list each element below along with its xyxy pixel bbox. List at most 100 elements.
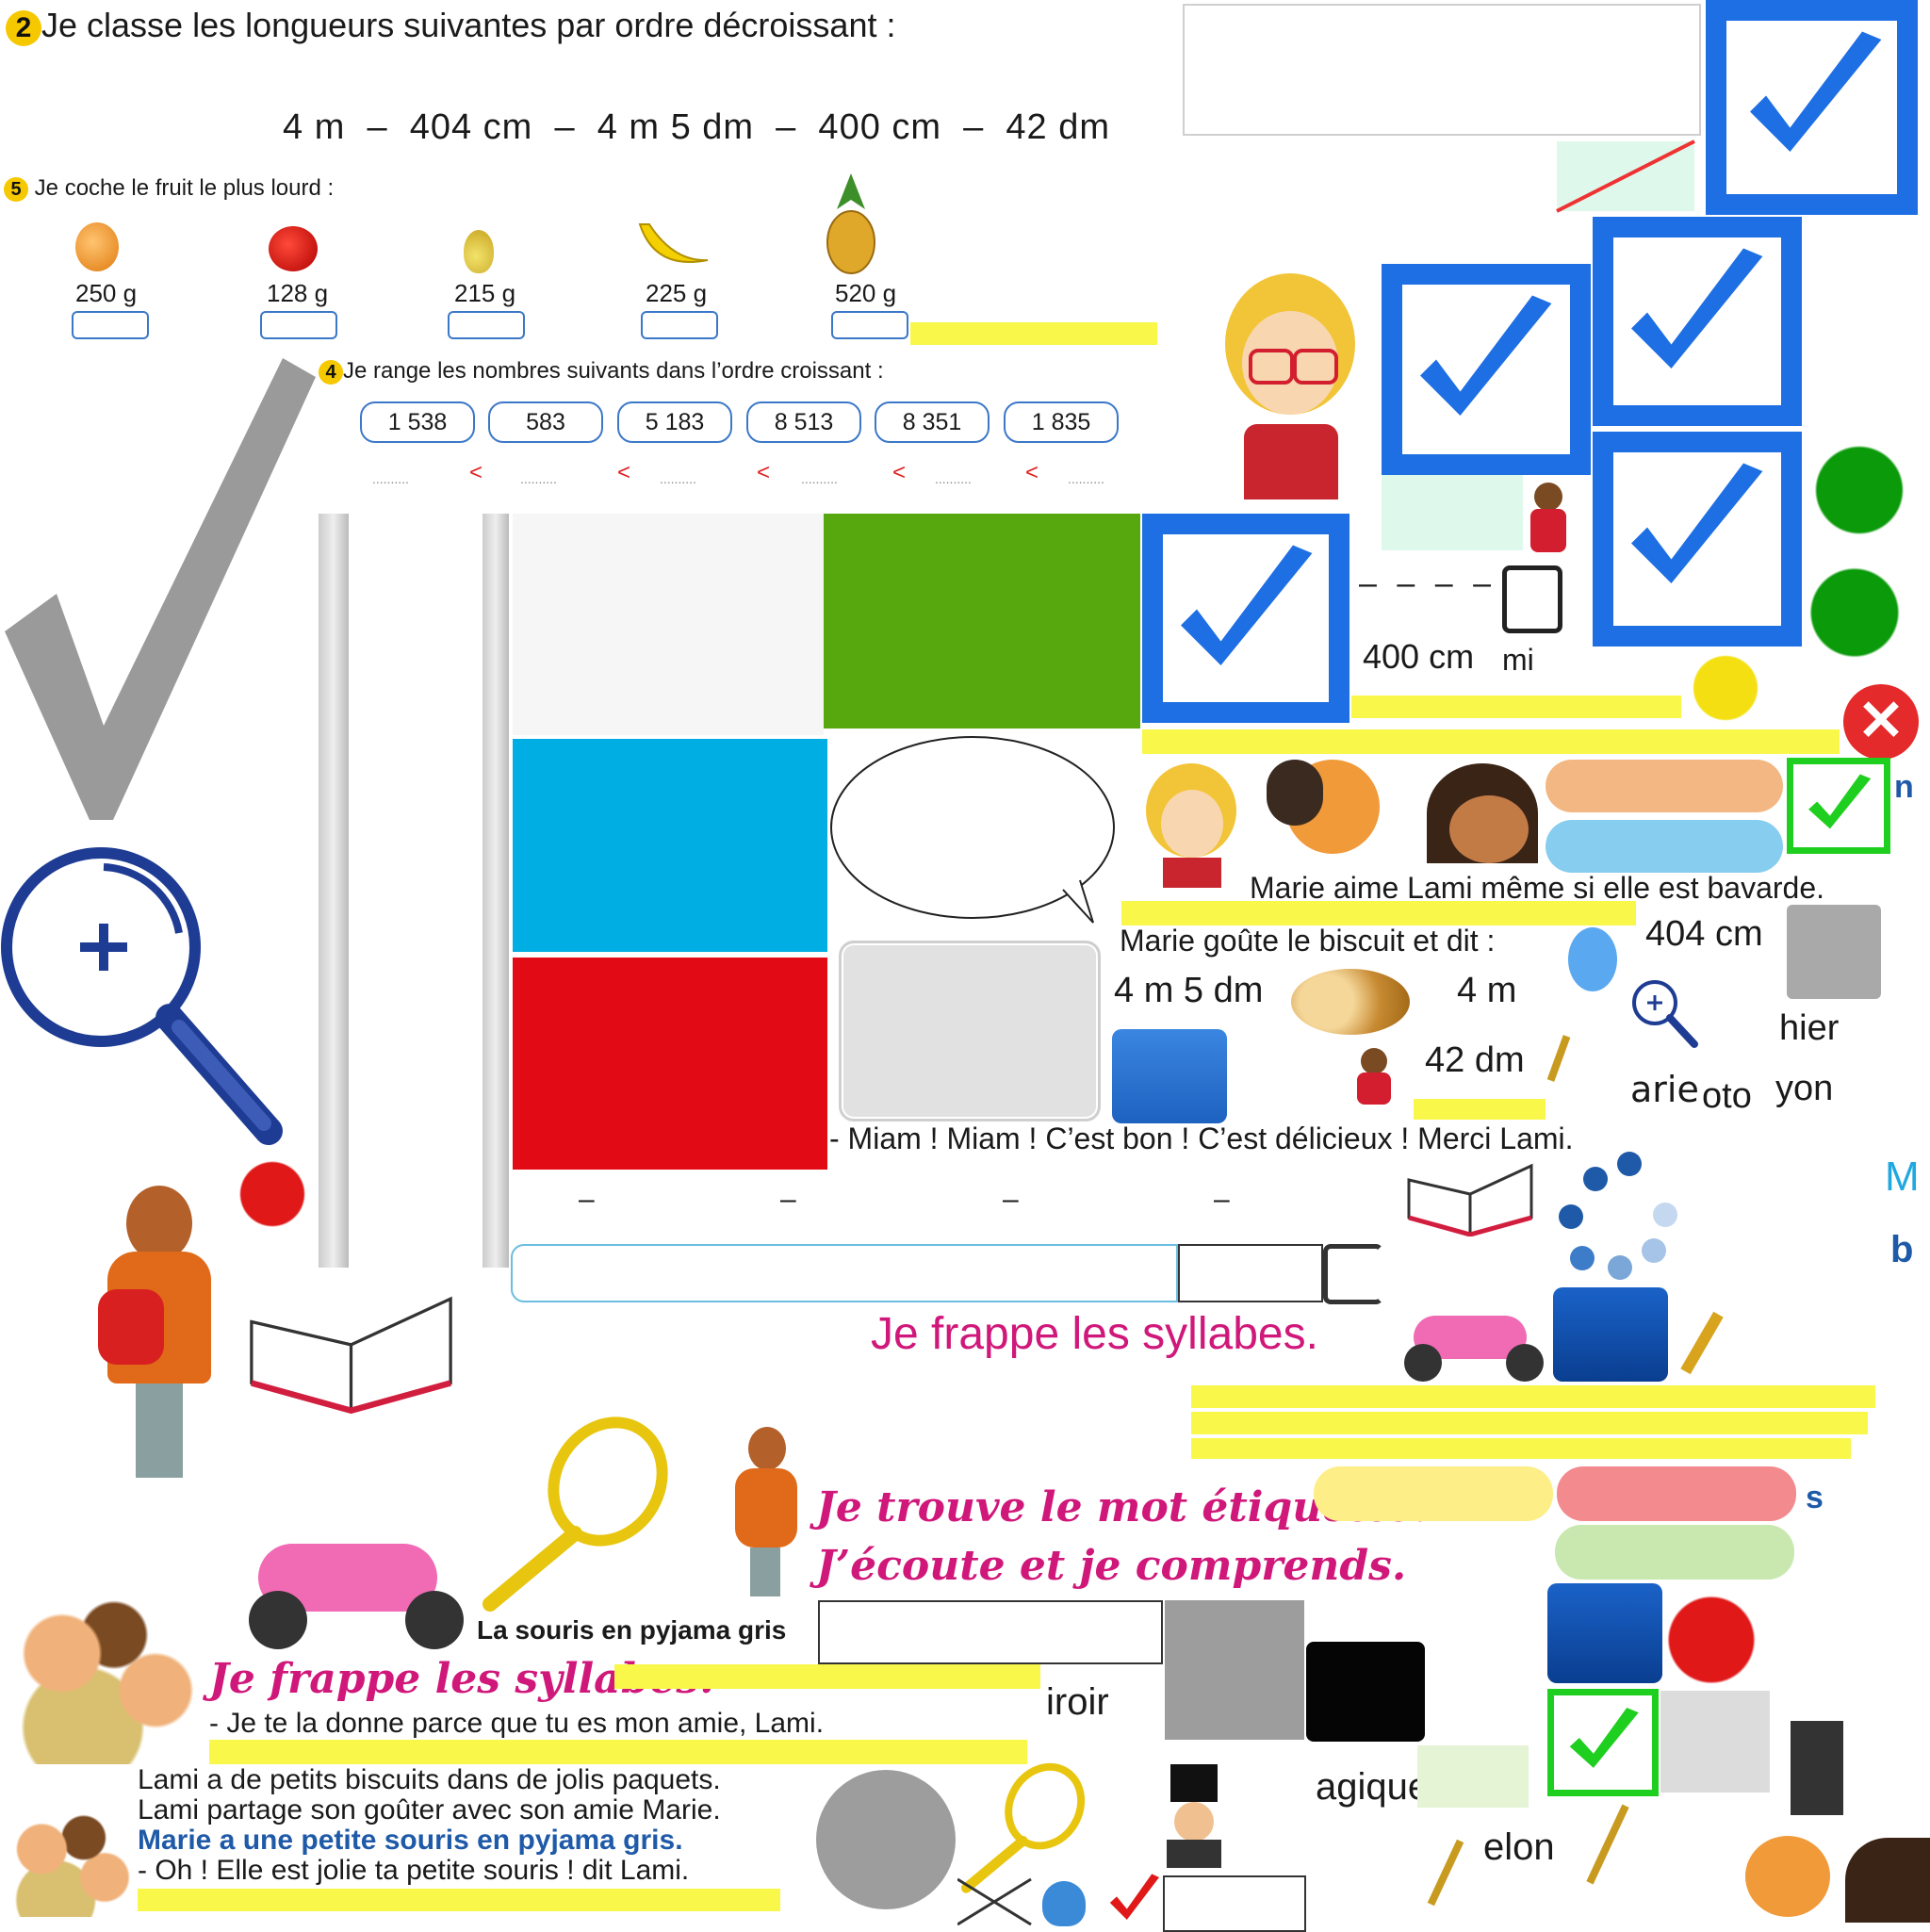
grey-circle[interactable] — [816, 1770, 956, 1909]
light-grey-tile[interactable] — [1660, 1691, 1770, 1793]
checkmark-icon — [1631, 463, 1763, 583]
blue-button[interactable] — [1112, 1029, 1227, 1123]
red-splat — [230, 1152, 315, 1236]
word-iroir: iroir — [1046, 1681, 1109, 1723]
fruit-weight: 250 g — [75, 279, 138, 307]
exercise-2-instruction: Je classe les longueurs suivantes par or… — [41, 6, 896, 44]
vertical-divider — [482, 514, 509, 1268]
red-checkmark-icon — [1109, 1874, 1159, 1920]
grey-button[interactable] — [839, 941, 1101, 1122]
green-block[interactable] — [824, 514, 1140, 729]
zoom-in-icon[interactable] — [0, 829, 292, 1150]
light-green-bar[interactable] — [1555, 1525, 1794, 1580]
pink-scooter-illustration — [239, 1478, 473, 1651]
answer-input[interactable] — [511, 1244, 1178, 1302]
fruit-weight: 215 g — [454, 279, 516, 307]
checkmark-icon — [1569, 1708, 1639, 1768]
mother-child-illustration — [89, 1186, 230, 1478]
orange-bar[interactable] — [1546, 760, 1783, 812]
checkbox-checked[interactable] — [1142, 514, 1349, 723]
fruit-checkbox[interactable] — [641, 311, 718, 339]
checkmark-icon — [1750, 31, 1882, 152]
edit-icon[interactable] — [1323, 1244, 1383, 1304]
zoom-in-small-icon[interactable] — [1627, 974, 1702, 1050]
checkbox-checked[interactable] — [1382, 264, 1591, 475]
checkbox-checked[interactable] — [1593, 432, 1802, 647]
highlight-bar — [910, 322, 1157, 345]
open-book-icon — [1407, 1163, 1533, 1236]
number-tile[interactable]: 1 835 — [1004, 401, 1119, 443]
hand-mirror-icon — [960, 1762, 1086, 1893]
girl-orange-illustration — [1267, 760, 1398, 863]
number-tile[interactable]: 8 351 — [875, 401, 990, 443]
number-tile[interactable]: 583 — [488, 401, 603, 443]
fruit-checkbox[interactable] — [260, 311, 337, 339]
pink-bar[interactable] — [1557, 1466, 1796, 1521]
pear-icon — [464, 230, 494, 273]
answer-dots[interactable]: .......... — [935, 471, 972, 486]
word-400cm: 400 cm — [1363, 637, 1475, 676]
magician-illustration — [1161, 1764, 1227, 1868]
number-tile[interactable]: 8 513 — [746, 401, 861, 443]
story-line-marie-goute: Marie goûte le biscuit et dit : — [1120, 924, 1496, 958]
fruit-checkbox[interactable] — [448, 311, 525, 339]
blue-balloon-icon — [1568, 927, 1617, 991]
answer-dots[interactable]: .......... — [801, 471, 838, 486]
length-4m: 4 m — [1457, 971, 1517, 1010]
lengths-list: 4 m – 404 cm – 4 m 5 dm – 400 cm – 42 dm — [283, 107, 1111, 147]
answer-dots[interactable]: .......... — [372, 471, 409, 486]
answer-box[interactable] — [1178, 1244, 1323, 1302]
letter-n: n — [1894, 769, 1914, 805]
loading-spinner-icon — [1555, 1152, 1677, 1284]
yellow-splat — [1683, 650, 1768, 726]
grey-tile[interactable] — [1165, 1600, 1304, 1740]
girl-pink-headband-illustration — [1845, 1838, 1930, 1923]
light-green-tile[interactable] — [1417, 1745, 1529, 1808]
blue-button[interactable] — [1553, 1287, 1668, 1382]
answer-box[interactable] — [818, 1600, 1163, 1664]
red-slash-line — [1556, 139, 1695, 213]
story-line-miam: - Miam ! Miam ! C’est bon ! C’est délici… — [829, 1122, 1574, 1155]
empty-checkbox[interactable] — [1502, 565, 1562, 633]
fruit-weight: 520 g — [835, 279, 897, 307]
checkmark-icon — [1181, 545, 1313, 665]
less-than-sign: < — [1025, 460, 1039, 485]
pencil-icon — [1427, 1839, 1464, 1907]
letter-s: s — [1806, 1480, 1824, 1515]
number-tile[interactable]: 5 183 — [617, 401, 732, 443]
character-partial-illustration — [1791, 1721, 1843, 1815]
fruit-checkbox[interactable] — [72, 311, 149, 339]
grey-tile[interactable] — [1787, 905, 1881, 999]
story-line-souris: Marie a une petite souris en pyjama gris… — [138, 1825, 683, 1856]
banana-icon — [638, 223, 709, 263]
close-icon[interactable]: ✕ — [1843, 684, 1919, 760]
green-checkbox[interactable] — [1547, 1689, 1659, 1796]
dash: – — [1214, 1184, 1230, 1215]
highlight-bar — [1121, 901, 1636, 925]
answer-dots[interactable]: .......... — [1068, 471, 1104, 486]
answer-dots[interactable]: .......... — [520, 471, 557, 486]
light-blue-bar[interactable] — [1546, 820, 1783, 873]
girl-glasses-illustration — [1206, 273, 1374, 499]
answer-box[interactable] — [1163, 1875, 1306, 1932]
green-splat — [1802, 556, 1907, 669]
yellow-bar[interactable] — [1314, 1466, 1553, 1521]
checkbox-checked[interactable] — [1706, 0, 1918, 215]
checkbox-checked[interactable] — [1593, 217, 1802, 426]
answer-box[interactable] — [1183, 4, 1701, 136]
highlight-bar — [1191, 1412, 1868, 1434]
green-checkbox[interactable] — [1787, 758, 1890, 854]
exercise-5-title: 5 Je coche le fruit le plus lourd : — [4, 175, 334, 202]
blue-button[interactable] — [1547, 1583, 1662, 1683]
computer-mouse-icon — [1042, 1881, 1086, 1926]
number-tile[interactable]: 1 538 — [360, 401, 475, 443]
black-tile[interactable] — [1306, 1642, 1425, 1742]
cyan-block[interactable] — [513, 739, 827, 952]
speech-bubble — [830, 736, 1115, 924]
answer-dots[interactable]: .......... — [660, 471, 696, 486]
fruit-checkbox[interactable] — [831, 311, 908, 339]
word-elon: elon — [1483, 1826, 1555, 1868]
exercise-number-badge: 4 — [319, 360, 343, 385]
mother-child-illustration — [726, 1427, 810, 1596]
red-block[interactable] — [513, 958, 827, 1170]
